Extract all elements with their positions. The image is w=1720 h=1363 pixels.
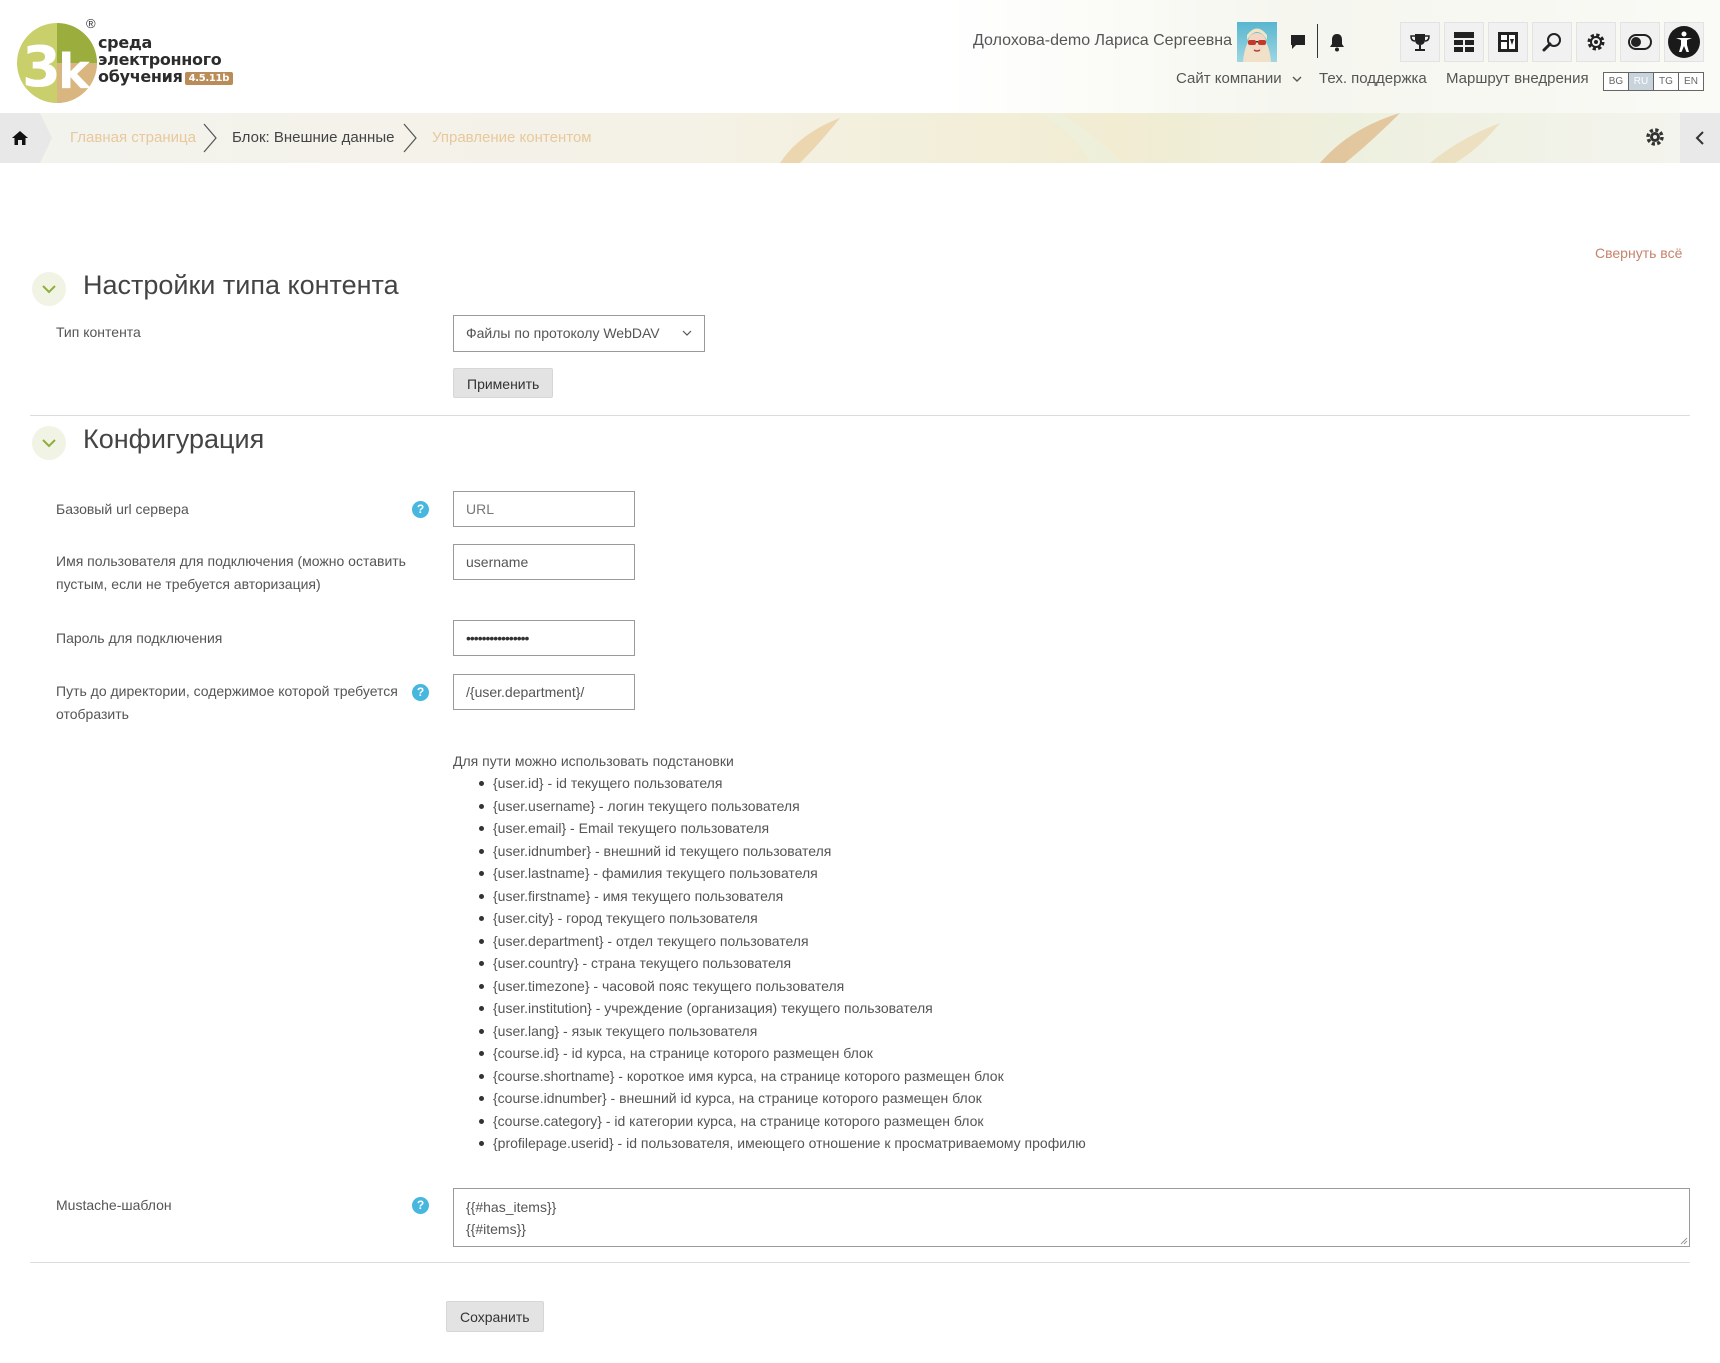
logo-text: среда электронного обучения 4.5.11b	[98, 34, 238, 85]
path-input[interactable]: /{user.department}/	[453, 674, 635, 710]
section-divider	[30, 415, 1690, 416]
list-item: {user.country} - страна текущего пользов…	[479, 952, 1653, 975]
form-divider	[30, 1262, 1690, 1263]
help-icon[interactable]: ?	[412, 1197, 429, 1214]
lang-en[interactable]: EN	[1678, 72, 1704, 91]
base-url-input[interactable]	[453, 491, 635, 527]
home-icon	[12, 131, 28, 145]
chat-icon[interactable]	[1278, 22, 1318, 62]
trophy-icon[interactable]	[1400, 22, 1440, 62]
mustache-label: Mustache-шаблон	[56, 1197, 172, 1213]
list-item: {course.category} - id категории курса, …	[479, 1110, 1653, 1133]
list-item: {user.city} - город текущего пользовател…	[479, 907, 1653, 930]
chevron-right-icon	[203, 123, 217, 153]
help-icon[interactable]: ?	[412, 684, 429, 701]
bell-icon[interactable]	[1317, 22, 1357, 62]
mustache-textarea[interactable]: {{#has_items}} {{#items}}	[453, 1188, 1690, 1247]
lang-bg[interactable]: BG	[1603, 72, 1629, 91]
list-item: {course.idnumber} - внешний id курса, на…	[479, 1087, 1653, 1110]
substitutions-list: {user.id} - id текущего пользователя {us…	[453, 772, 1653, 1155]
logo-line-3: обучения 4.5.11b	[98, 68, 238, 85]
resize-handle-icon[interactable]	[1678, 1235, 1688, 1245]
breadcrumb-current: Управление контентом	[432, 129, 592, 146]
chevron-left-icon	[1695, 131, 1704, 145]
list-item: {course.id} - id курса, на странице кото…	[479, 1042, 1653, 1065]
chevron-down-icon	[682, 330, 692, 336]
roadmap-link[interactable]: Маршрут внедрения	[1446, 70, 1589, 87]
company-site-label: Сайт компании	[1176, 70, 1282, 87]
password-input[interactable]: ••••••••••••••••	[453, 620, 635, 656]
lang-tg[interactable]: TG	[1653, 72, 1679, 91]
logo-line-1: среда	[98, 33, 153, 52]
path-substitutions-hint: Для пути можно использовать подстановки …	[453, 750, 1653, 1155]
help-icon[interactable]: ?	[412, 501, 429, 518]
toggle-icon[interactable]	[1620, 22, 1660, 62]
list-item: {user.department} - отдел текущего польз…	[479, 930, 1653, 953]
list-item: {user.lang} - язык текущего пользователя	[479, 1020, 1653, 1043]
chevron-down-icon	[42, 284, 56, 293]
path-label: Путь до директории, содержимое которой т…	[56, 683, 398, 722]
user-name[interactable]: Долохова-demo Лариса Сергеевна	[973, 32, 1232, 50]
breadcrumb: Главная страница Блок: Внешние данные Уп…	[0, 113, 1720, 163]
site-logo[interactable]: 3 k ® среда электронного обучения 4.5.11b	[12, 16, 234, 108]
section-title-content-type: Настройки типа контента	[83, 270, 399, 300]
svg-text:k: k	[58, 44, 91, 100]
mustache-line-2: {{#items}}	[466, 1221, 526, 1237]
list-item: {user.username} - логин текущего пользов…	[479, 795, 1653, 818]
page-header: 3 k ® среда электронного обучения 4.5.11b…	[0, 0, 1720, 113]
breadcrumb-block[interactable]: Блок: Внешние данные	[232, 129, 394, 146]
avatar-image	[1243, 28, 1271, 62]
content-type-value: Файлы по протоколу WebDAV	[466, 325, 660, 341]
list-item: {course.shortname} - короткое имя курса,…	[479, 1065, 1653, 1088]
list-item: {user.id} - id текущего пользователя	[479, 772, 1653, 795]
collapse-all-link[interactable]: Свернуть всё	[1595, 245, 1682, 261]
language-switcher: BG RU TG EN	[1603, 72, 1704, 91]
list-item: {profilepage.userid} - id пользователя, …	[479, 1132, 1653, 1155]
lang-ru[interactable]: RU	[1628, 72, 1654, 91]
list-item: {user.institution} - учреждение (организ…	[479, 997, 1653, 1020]
list-item: {user.lastname} - фамилия текущего польз…	[479, 862, 1653, 885]
section-toggle-configuration[interactable]	[32, 426, 66, 460]
list-item: {user.firstname} - имя текущего пользова…	[479, 885, 1653, 908]
logo-line-2: электронного	[98, 50, 222, 69]
list-item: {user.email} - Email текущего пользовате…	[479, 817, 1653, 840]
content-type-select[interactable]: Файлы по протоколу WebDAV	[453, 315, 705, 352]
home-button[interactable]	[0, 113, 52, 163]
search-icon[interactable]	[1532, 22, 1572, 62]
username-label: Имя пользователя для подключения (можно …	[56, 553, 406, 592]
hint-intro: Для пути можно использовать подстановки	[453, 753, 734, 769]
password-label: Пароль для подключения	[56, 630, 223, 646]
settings-gear-icon[interactable]	[1644, 126, 1666, 148]
company-site-menu[interactable]: Сайт компании	[1176, 70, 1302, 87]
breadcrumb-home-link[interactable]: Главная страница	[70, 129, 196, 146]
dashboard-icon[interactable]	[1444, 22, 1484, 62]
gear-icon[interactable]	[1576, 22, 1616, 62]
section-toggle-content-type[interactable]	[32, 272, 66, 306]
chevron-down-icon	[1292, 76, 1302, 82]
mustache-line-1: {{#has_items}}	[466, 1199, 557, 1215]
username-input[interactable]: username	[453, 544, 635, 580]
svg-text:3: 3	[22, 35, 61, 100]
content-type-label: Тип контента	[56, 324, 141, 340]
list-item: {user.idnumber} - внешний id текущего по…	[479, 840, 1653, 863]
list-item: {user.timezone} - часовой пояс текущего …	[479, 975, 1653, 998]
chevron-down-icon	[42, 438, 56, 447]
drawer-toggle-button[interactable]	[1680, 113, 1720, 163]
registered-mark: ®	[86, 16, 96, 31]
save-button[interactable]: Сохранить	[446, 1301, 544, 1332]
accessibility-icon[interactable]	[1664, 22, 1704, 62]
base-url-label: Базовый url сервера	[56, 501, 189, 517]
version-badge: 4.5.11b	[184, 72, 234, 85]
avatar[interactable]	[1237, 22, 1277, 62]
logo-line-3-text: обучения	[98, 67, 183, 86]
apply-button[interactable]: Применить	[453, 368, 554, 398]
layout-icon[interactable]	[1488, 22, 1528, 62]
chevron-right-icon	[403, 123, 417, 153]
section-title-configuration: Конфигурация	[83, 424, 265, 454]
logo-mark-icon: 3 k	[17, 23, 97, 103]
support-link[interactable]: Тех. поддержка	[1319, 70, 1427, 87]
